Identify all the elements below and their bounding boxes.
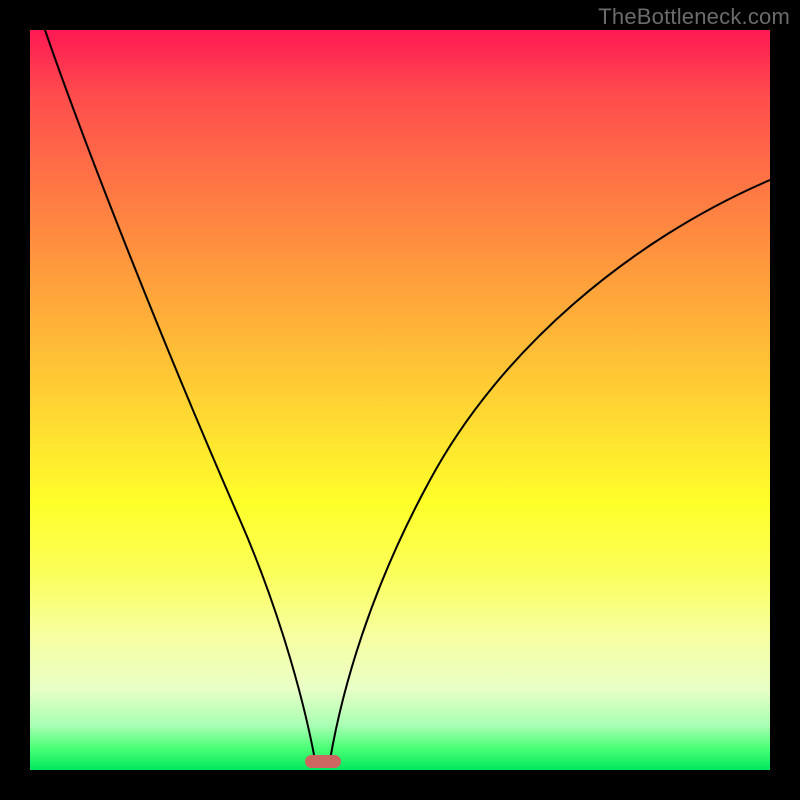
- left-curve: [45, 30, 315, 760]
- watermark-label: TheBottleneck.com: [598, 4, 790, 30]
- optimum-marker: [305, 755, 341, 768]
- right-curve: [330, 180, 770, 760]
- plot-area: [30, 30, 770, 770]
- chart-frame: TheBottleneck.com: [0, 0, 800, 800]
- curve-layer: [30, 30, 770, 770]
